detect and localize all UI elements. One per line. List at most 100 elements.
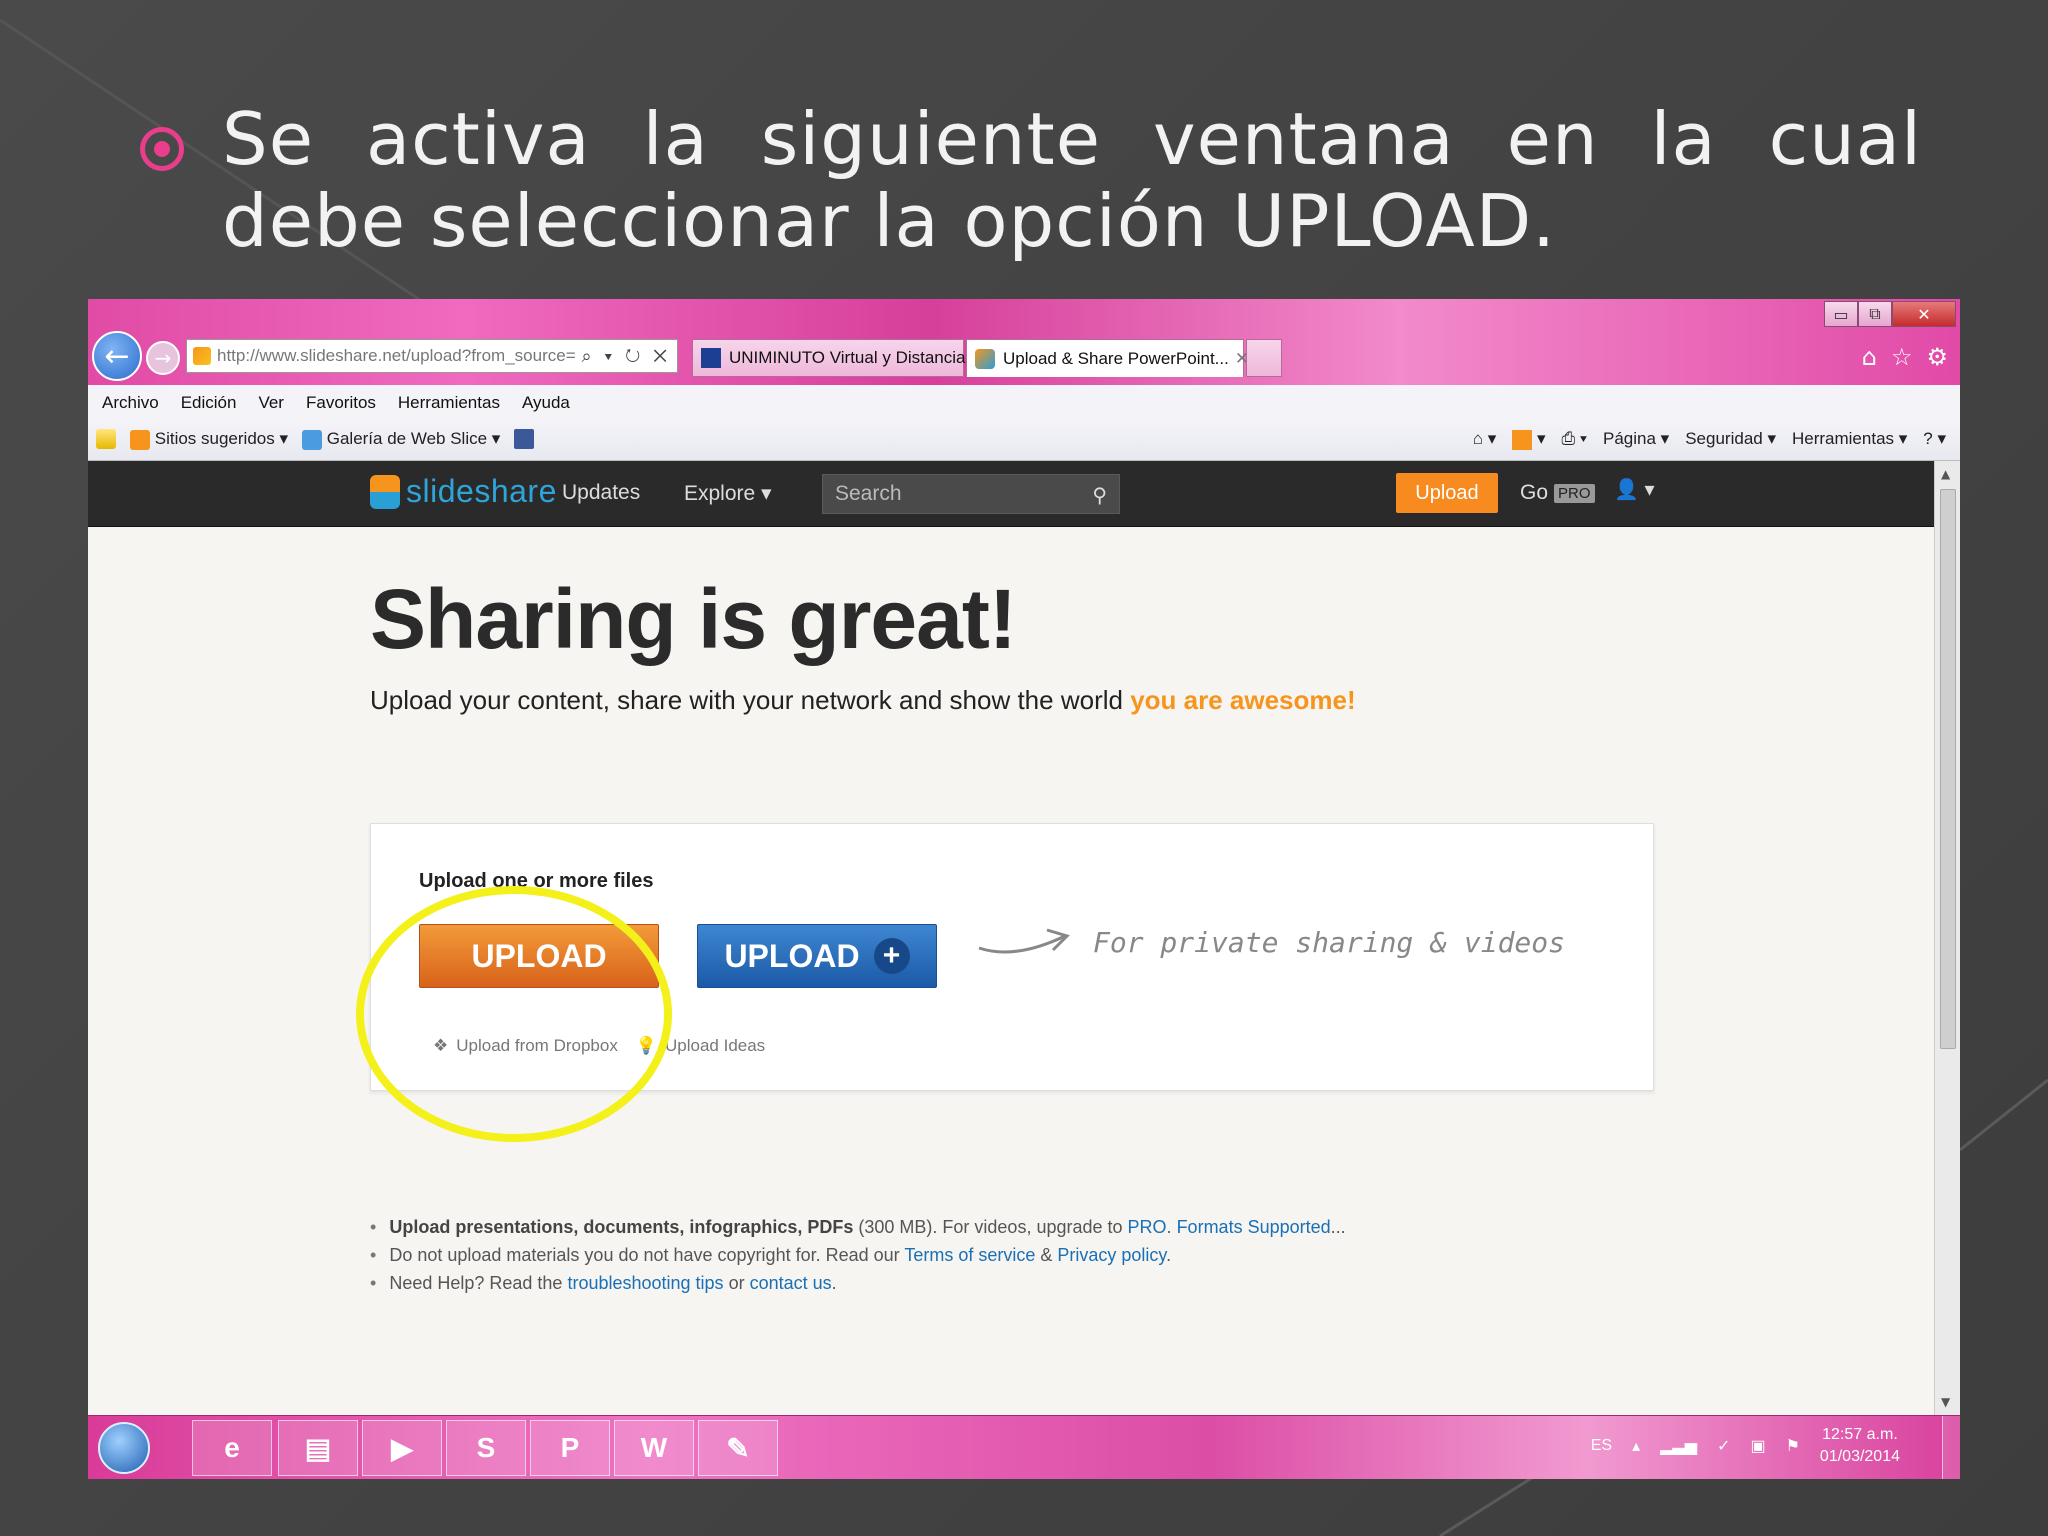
galeria-icon — [302, 429, 322, 450]
address-bar[interactable]: http://www.slideshare.net/upload?from_so… — [186, 339, 678, 373]
media-taskbar-icon[interactable]: ▶ — [362, 1420, 442, 1476]
browser-icons: ⌂ ☆ ⚙ — [1862, 343, 1948, 371]
menu-ayuda[interactable]: Ayuda — [522, 393, 570, 413]
scroll-up-icon[interactable]: ▲ — [1941, 467, 1950, 481]
address-url: http://www.slideshare.net/upload?from_so… — [217, 346, 576, 365]
upload-pro-button[interactable]: UPLOAD + — [697, 924, 937, 988]
go-pro-link[interactable]: Go PRO — [1520, 481, 1595, 505]
language-indicator[interactable]: ES — [1591, 1437, 1612, 1455]
settings-gear-icon[interactable]: ⚙ — [1926, 343, 1948, 371]
skype-taskbar-icon[interactable]: S — [446, 1420, 526, 1476]
ideas-label: Upload Ideas — [665, 1036, 766, 1055]
note-2-amp: & — [1035, 1245, 1058, 1265]
note-1-text: (300 MB). For videos, upgrade to — [853, 1217, 1128, 1237]
powerpoint-taskbar-icon[interactable]: P — [530, 1420, 610, 1476]
slideshare-logo[interactable]: slideshare — [370, 473, 557, 510]
browser-titlebar: ▭ ⧉ ✕ ← → http://www.slideshare.net/uplo… — [88, 299, 1960, 385]
clock-time: 12:57 a.m. — [1822, 1426, 1898, 1443]
menu-herramientas[interactable]: Herramientas — [398, 393, 500, 413]
flag-icon[interactable]: ⚑ — [1786, 1436, 1800, 1456]
menu-edicion[interactable]: Edición — [181, 393, 237, 413]
note-1: Upload presentations, documents, infogra… — [370, 1213, 1345, 1241]
privacy-link[interactable]: Privacy policy — [1057, 1245, 1166, 1265]
nav-explore[interactable]: Explore ▾ — [684, 481, 772, 506]
close-window-button[interactable]: ✕ — [1892, 301, 1956, 327]
header-upload-button[interactable]: Upload — [1396, 473, 1498, 513]
security-icon[interactable]: ✓ — [1717, 1436, 1730, 1456]
favorites-star-icon[interactable]: ☆ — [1891, 343, 1913, 371]
tab-uniminuto[interactable]: UNIMINUTO Virtual y Distancia — [692, 339, 966, 377]
show-desktop-button[interactable] — [1942, 1416, 1960, 1479]
address-tools[interactable]: ⌕ ▾ ↻ ✕ — [575, 346, 677, 367]
tab-label: UNIMINUTO Virtual y Distancia — [729, 348, 966, 367]
forward-arrow-icon[interactable]: → — [146, 341, 180, 375]
facebook-icon[interactable] — [514, 429, 535, 450]
ideas-link[interactable]: 💡 Upload Ideas — [636, 1036, 765, 1056]
upload-box-label: Upload one or more files — [419, 870, 654, 892]
note-1-bold: Upload presentations, documents, infogra… — [389, 1217, 854, 1237]
terms-link[interactable]: Terms of service — [904, 1245, 1035, 1265]
menu-ver[interactable]: Ver — [258, 393, 284, 413]
upload-pro-label: UPLOAD — [724, 937, 860, 974]
home-toolbar-icon[interactable]: ⌂ ▾ — [1473, 429, 1497, 449]
favorites-add-icon[interactable] — [96, 429, 116, 450]
private-sharing-note: For private sharing & videos — [975, 922, 1565, 962]
ie-taskbar-icon[interactable]: e — [192, 1420, 272, 1476]
formats-supported-link[interactable]: Formats Supported — [1177, 1217, 1331, 1237]
page-scrollbar[interactable]: ▲ ▼ — [1934, 461, 1960, 1415]
upload-button[interactable]: UPLOAD — [419, 924, 659, 988]
note-2: Do not upload materials you do not have … — [370, 1241, 1346, 1269]
search-icon[interactable]: ⚲ — [1092, 483, 1107, 508]
pro-link[interactable]: PRO — [1128, 1217, 1167, 1237]
minimize-button[interactable]: ▭ — [1824, 301, 1858, 327]
contact-link[interactable]: contact us — [750, 1273, 832, 1293]
paint-taskbar-icon[interactable]: ✎ — [698, 1420, 778, 1476]
network-icon[interactable]: ▂▃▅ — [1660, 1436, 1697, 1456]
troubleshooting-link[interactable]: troubleshooting tips — [567, 1273, 723, 1293]
hero-sub-text: Upload your content, share with your net… — [370, 685, 1131, 715]
rss-icon[interactable]: ▾ — [1512, 429, 1546, 450]
upload-notes: Upload presentations, documents, infogra… — [370, 1213, 1346, 1297]
slideshare-header: slideshare Updates Explore ▾ Search ⚲ Up… — [88, 461, 1934, 527]
window-buttons: ▭ ⧉ ✕ — [1824, 301, 1956, 327]
go-label: Go — [1520, 481, 1549, 504]
scroll-down-icon[interactable]: ▼ — [1941, 1395, 1950, 1409]
device-icon[interactable]: ▣ — [1750, 1436, 1765, 1456]
nav-updates[interactable]: Updates — [562, 481, 640, 505]
menu-favoritos[interactable]: Favoritos — [306, 393, 376, 413]
search-input[interactable]: Search ⚲ — [822, 474, 1120, 514]
dropbox-label: Upload from Dropbox — [456, 1036, 618, 1055]
dropbox-link[interactable]: ❖ Upload from Dropbox — [433, 1036, 618, 1056]
slide-title: Se activa la siguiente ventana en la cua… — [222, 97, 1922, 263]
explorer-taskbar-icon[interactable]: ▤ — [278, 1420, 358, 1476]
back-arrow-icon[interactable]: ← — [92, 331, 142, 381]
tab-slideshare[interactable]: Upload & Share PowerPoint... ✕ — [966, 339, 1249, 377]
web-page: slideshare Updates Explore ▾ Search ⚲ Up… — [88, 461, 1934, 1415]
sitios-sugeridos-link[interactable]: Sitios sugeridos ▾ — [130, 429, 288, 450]
clock[interactable]: 12:57 a.m. 01/03/2014 — [1820, 1424, 1900, 1468]
dropbox-icon: ❖ — [433, 1036, 449, 1055]
user-menu-icon[interactable]: 👤 ▾ — [1614, 477, 1655, 502]
print-icon[interactable]: ⎙ ▾ — [1562, 429, 1587, 449]
scroll-thumb[interactable] — [1940, 489, 1956, 1049]
lightbulb-icon: 💡 — [635, 1036, 657, 1055]
uniminuto-favicon-icon — [701, 348, 721, 368]
menu-archivo[interactable]: Archivo — [102, 393, 159, 413]
hand-arrow-icon — [978, 928, 1070, 954]
tray-arrow-icon[interactable]: ▴ — [1632, 1436, 1640, 1456]
start-button[interactable] — [98, 1422, 150, 1474]
restore-button[interactable]: ⧉ — [1858, 301, 1892, 327]
clock-date: 01/03/2014 — [1819, 1448, 1900, 1465]
herramientas-menu[interactable]: Herramientas ▾ — [1792, 429, 1907, 449]
pagina-menu[interactable]: Página ▾ — [1603, 429, 1669, 449]
search-placeholder: Search — [835, 482, 902, 505]
home-icon[interactable]: ⌂ — [1862, 343, 1877, 371]
galeria-link[interactable]: Galería de Web Slice ▾ — [302, 429, 500, 450]
help-icon[interactable]: ? ▾ — [1923, 429, 1946, 449]
note-3-text: Need Help? Read the — [389, 1273, 568, 1293]
word-taskbar-icon[interactable]: W — [614, 1420, 694, 1476]
new-tab-button[interactable] — [1246, 339, 1282, 377]
note-2-text: Do not upload materials you do not have … — [389, 1245, 905, 1265]
seguridad-menu[interactable]: Seguridad ▾ — [1685, 429, 1776, 449]
private-note-text: For private sharing & videos — [1093, 925, 1566, 959]
